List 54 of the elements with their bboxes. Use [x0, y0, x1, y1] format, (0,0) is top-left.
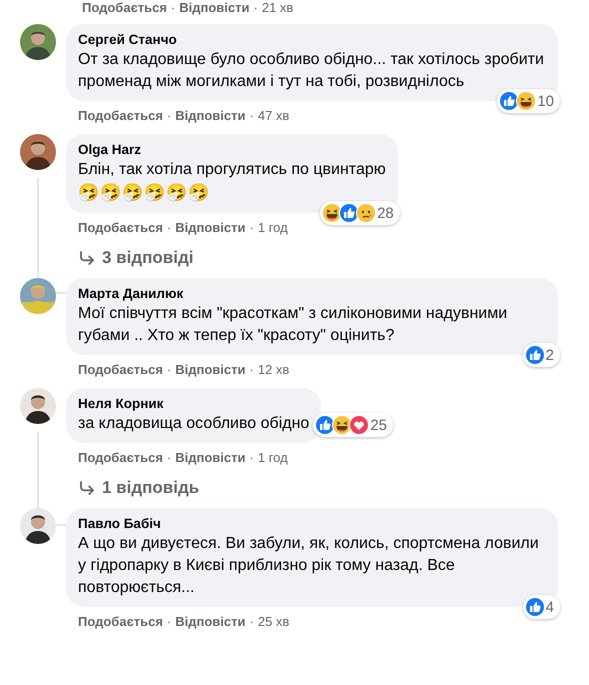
comment-time: 1 год — [258, 450, 288, 464]
view-replies-button[interactable]: 3 відповіді — [66, 248, 194, 268]
reply-arrow-icon — [78, 479, 96, 497]
like-icon — [524, 597, 545, 617]
reply-link[interactable]: Відповісти — [175, 450, 246, 464]
like-link[interactable]: Подобається — [78, 220, 163, 234]
comment-text: А що ви дивуєтеся. Ви забули, як, колись, спортсмена ловили у гідропарку в Києві приблизно рік тому назад. Все повторюється... — [78, 534, 540, 598]
reactions-badge[interactable]: 4 — [522, 595, 560, 619]
separator-dot: · — [166, 450, 172, 464]
like-link[interactable]: Подобається — [78, 450, 163, 464]
separator-dot: · — [250, 450, 254, 464]
reactions-badge[interactable]: 2 — [522, 343, 560, 367]
separator-dot: · — [166, 362, 172, 376]
separator-dot: · — [250, 108, 254, 122]
reply-link[interactable]: Відповісти — [179, 0, 250, 14]
separator-dot: · — [250, 220, 254, 234]
like-link[interactable]: Подобається — [78, 108, 163, 122]
reply-link[interactable]: Відповісти — [175, 108, 246, 122]
author-name: Неля Корник — [78, 395, 164, 413]
author-name: Павло Бабіч — [78, 515, 162, 533]
emoji-text: 🤧🤧🤧🤧🤧🤧 — [78, 182, 211, 204]
comment-time: 47 хв — [258, 108, 290, 122]
comment-text: От за кладовище було особливо обідно... так хотілось зробити променад між могилками і тут на тобі, розвиднілось — [78, 50, 545, 92]
separator-dot: · — [250, 614, 254, 628]
reactions-badge[interactable]: 10 — [497, 89, 560, 113]
separator-dot: · — [254, 0, 258, 14]
reactions-badge[interactable]: 25 — [313, 413, 394, 437]
sad-face-icon — [356, 203, 376, 223]
separator-dot: · — [250, 362, 254, 376]
separator-dot: · — [166, 108, 172, 122]
like-link[interactable]: Подобається — [82, 0, 167, 14]
author-name: Сергей Станчо — [78, 31, 178, 49]
reply-link[interactable]: Відповісти — [175, 614, 246, 628]
author-name: Olga Harz — [78, 141, 142, 159]
author-name: Марта Данилюк — [78, 285, 184, 303]
comment-text: Блін, так хотіла прогулятись по цвинтарю — [78, 160, 386, 180]
comment-time: 21 хв — [262, 0, 294, 14]
comment-text: за кладовища особливо обідно — [78, 414, 310, 434]
comment-time: 1 год — [258, 220, 288, 234]
view-replies-button[interactable]: 1 відповідь — [66, 478, 200, 498]
separator-dot: · — [166, 220, 172, 234]
laughing-face-icon — [516, 91, 536, 111]
comment-time: 25 хв — [258, 614, 290, 628]
separator-dot: · — [166, 614, 172, 628]
like-link[interactable]: Подобається — [78, 614, 163, 628]
separator-dot: · — [170, 0, 176, 14]
reply-link[interactable]: Відповісти — [175, 362, 246, 376]
reply-arrow-icon — [78, 249, 96, 267]
reactions-badge[interactable]: 28 — [320, 201, 400, 225]
reply-link[interactable]: Відповісти — [175, 220, 246, 234]
like-icon — [524, 345, 545, 365]
comment-time: 12 хв — [258, 362, 290, 376]
comment-text: Мої співчуття всім "красоткам" з силіконовими надувними губами .. Хто ж тепер їх "красоту" оцінить? — [78, 304, 508, 346]
like-link[interactable]: Подобається — [78, 362, 163, 376]
